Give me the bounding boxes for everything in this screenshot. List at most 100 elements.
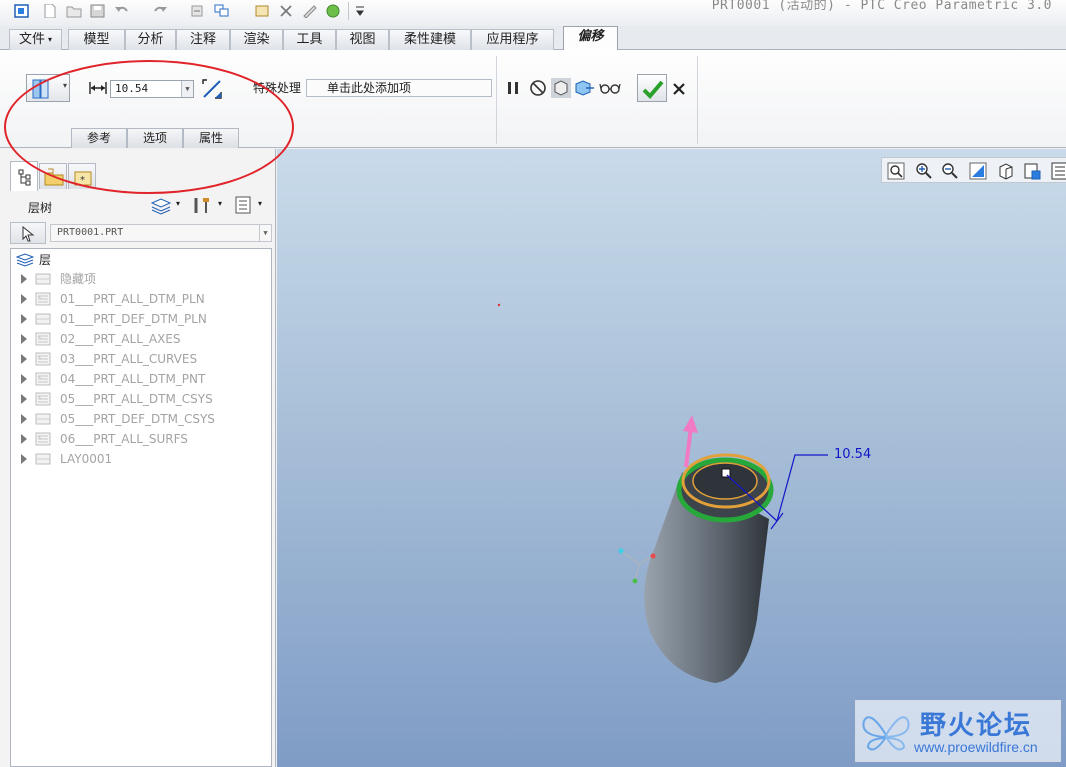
save-icon[interactable] (90, 4, 106, 18)
subtab-options[interactable]: 选项 (127, 128, 183, 148)
ribbon-separator (697, 56, 698, 144)
glasses-preview-icon[interactable] (599, 81, 621, 95)
svg-text:*: * (80, 175, 85, 186)
direction-arrow-icon[interactable] (683, 415, 698, 433)
expand-arrow-icon[interactable] (21, 454, 27, 464)
windows-icon[interactable] (214, 4, 230, 18)
drag-handle[interactable] (721, 468, 731, 478)
layers-icon[interactable] (150, 197, 172, 215)
layer-item[interactable]: LAY0001 (19, 449, 269, 469)
tab-model[interactable]: 模型 (68, 29, 125, 50)
layer-name: 02___PRT_ALL_AXES (60, 332, 181, 346)
close-window-icon[interactable] (254, 4, 270, 18)
expand-arrow-icon[interactable] (21, 394, 27, 404)
ribbon-tab-bar: 文件 ▾ 模型 分析 注释 渲染 工具 视图 柔性建模 应用程序 偏移 (0, 26, 1066, 51)
tab-favorites[interactable]: * (68, 163, 96, 189)
redo-icon[interactable] (152, 4, 168, 18)
tab-render[interactable]: 渲染 (230, 29, 283, 50)
tab-label: 模型 (83, 32, 110, 47)
new-file-icon[interactable] (42, 4, 58, 18)
model-scene[interactable] (277, 149, 1066, 767)
tab-label: 文件 (18, 32, 45, 47)
layer-empty-icon (35, 413, 51, 425)
expand-arrow-icon[interactable] (21, 294, 27, 304)
creo-logo-icon[interactable] (14, 4, 30, 18)
tab-label: 分析 (137, 32, 164, 47)
offset-distance-input[interactable]: 10.54 ▼ (110, 80, 194, 98)
tab-model-tree[interactable] (10, 161, 38, 191)
layer-name: 01___PRT_ALL_DTM_PLN (60, 292, 205, 306)
expand-arrow-icon[interactable] (21, 274, 27, 284)
attached-preview-icon[interactable] (551, 78, 571, 98)
layer-item[interactable]: 01___PRT_ALL_DTM_PLN (19, 289, 269, 309)
butterfly-logo-icon (862, 716, 910, 751)
chevron-down-icon: ▾ (48, 35, 53, 44)
layer-name: 06___PRT_ALL_SURFS (60, 432, 188, 446)
chevron-down-icon[interactable]: ▼ (259, 225, 271, 241)
expand-arrow-icon[interactable] (21, 434, 27, 444)
tools-icon[interactable] (192, 195, 212, 215)
layer-item[interactable]: 隐藏项 (19, 269, 269, 289)
customize-toolbar-icon[interactable] (354, 4, 370, 18)
offset-dimension-label[interactable]: 10.54 (834, 447, 871, 462)
flip-direction-icon[interactable] (201, 78, 223, 100)
forum-watermark: 野火论坛 www.proewildfire.cn (855, 700, 1061, 762)
active-model-name: PRT0001.PRT (57, 227, 124, 238)
chevron-down-icon[interactable]: ▾ (218, 199, 222, 208)
tab-tools[interactable]: 工具 (283, 29, 336, 50)
pause-icon[interactable] (505, 80, 521, 96)
tab-annotate[interactable]: 注释 (176, 29, 230, 50)
offset-type-icon (32, 79, 49, 99)
subtab-references[interactable]: 参考 (71, 128, 127, 148)
tab-file[interactable]: 文件 ▾ (9, 29, 62, 50)
no-preview-icon[interactable] (529, 79, 547, 97)
distance-icon (89, 82, 107, 94)
cancel-icon[interactable] (672, 82, 686, 96)
verify-preview-icon[interactable] (573, 78, 595, 98)
tab-analysis[interactable]: 分析 (125, 29, 176, 50)
tab-applications[interactable]: 应用程序 (471, 29, 554, 50)
special-handling-collector[interactable]: 单击此处添加项 (306, 79, 492, 97)
navigator-tabs: * (0, 161, 276, 191)
tab-view[interactable]: 视图 (336, 29, 389, 50)
tab-label: 柔性建模 (403, 32, 456, 47)
layer-rule-icon (35, 332, 51, 346)
tab-label: 偏移 (577, 29, 604, 44)
chevron-down-icon[interactable]: ▾ (258, 199, 262, 208)
expand-arrow-icon[interactable] (21, 414, 27, 424)
select-model-button[interactable] (10, 222, 46, 244)
subtab-properties[interactable]: 属性 (183, 128, 239, 148)
layer-name: LAY0001 (60, 452, 113, 466)
layer-item[interactable]: 05___PRT_DEF_DTM_CSYS (19, 409, 269, 429)
tab-label: 工具 (296, 32, 323, 47)
layer-item[interactable]: 04___PRT_ALL_DTM_PNT (19, 369, 269, 389)
layer-item[interactable]: 05___PRT_ALL_DTM_CSYS (19, 389, 269, 409)
edit-icon[interactable] (302, 4, 318, 18)
delete-icon[interactable] (278, 4, 294, 18)
active-model-dropdown[interactable]: PRT0001.PRT ▼ (50, 224, 272, 242)
undo-icon[interactable] (114, 4, 130, 18)
appearance-icon[interactable] (326, 4, 342, 18)
layer-rule-icon (35, 392, 51, 406)
offset-type-selector[interactable]: ▾ (26, 74, 70, 102)
expand-arrow-icon[interactable] (21, 314, 27, 324)
expand-arrow-icon[interactable] (21, 374, 27, 384)
layer-name: 03___PRT_ALL_CURVES (60, 352, 198, 366)
tab-folder-browser[interactable] (39, 163, 67, 189)
show-settings-icon[interactable] (234, 195, 252, 215)
expand-arrow-icon[interactable] (21, 334, 27, 344)
tab-offset[interactable]: 偏移 (563, 26, 618, 51)
chevron-down-icon[interactable]: ▾ (176, 199, 180, 208)
accept-button[interactable] (637, 74, 667, 102)
layer-item[interactable]: 06___PRT_ALL_SURFS (19, 429, 269, 449)
chevron-down-icon[interactable]: ▼ (181, 81, 193, 97)
layer-item[interactable]: 02___PRT_ALL_AXES (19, 329, 269, 349)
expand-arrow-icon[interactable] (21, 354, 27, 364)
layer-item[interactable]: 01___PRT_DEF_DTM_PLN (19, 309, 269, 329)
graphics-viewport[interactable]: 10.54 野火论坛 www.proewildfire.cn (277, 149, 1066, 767)
regenerate-icon[interactable] (190, 4, 206, 18)
tab-flexible-modeling[interactable]: 柔性建模 (389, 29, 471, 50)
layer-item[interactable]: 03___PRT_ALL_CURVES (19, 349, 269, 369)
quick-access-toolbar: PRT0001 (活动的) - PTC Creo Parametric 3.0 (0, 0, 1066, 26)
open-file-icon[interactable] (66, 4, 82, 18)
